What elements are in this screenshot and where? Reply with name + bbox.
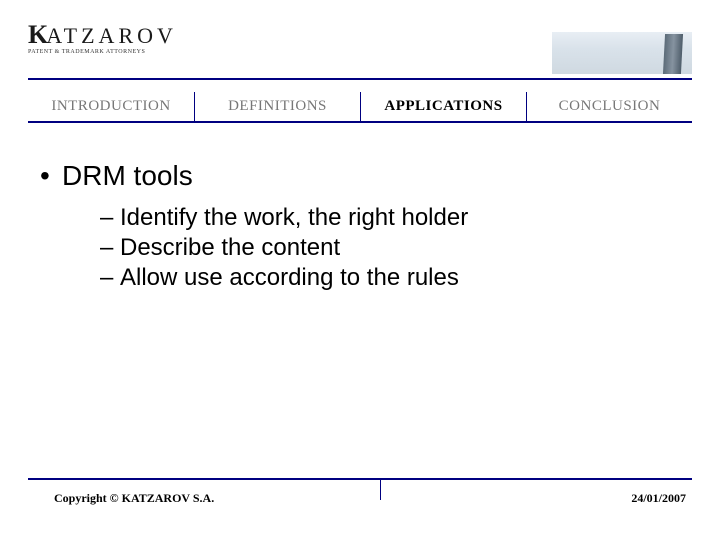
date-text: 24/01/2007 bbox=[631, 491, 686, 506]
slide: KATZAROV PATENT & TRADEMARK ATTORNEYS IN… bbox=[0, 0, 720, 540]
logo-subtitle: PATENT & TRADEMARK ATTORNEYS bbox=[28, 49, 177, 55]
header-divider bbox=[28, 78, 692, 80]
tab-definitions[interactable]: DEFINITIONS bbox=[194, 92, 360, 123]
building-icon bbox=[663, 34, 683, 74]
header-image bbox=[552, 32, 692, 74]
header: KATZAROV PATENT & TRADEMARK ATTORNEYS bbox=[28, 22, 692, 74]
content: DRM tools Identify the work, the right h… bbox=[40, 160, 680, 294]
tab-introduction[interactable]: INTRODUCTION bbox=[28, 92, 194, 123]
sub-item: Identify the work, the right holder bbox=[100, 204, 680, 232]
tab-conclusion[interactable]: CONCLUSION bbox=[526, 92, 692, 123]
logo: KATZAROV PATENT & TRADEMARK ATTORNEYS bbox=[28, 22, 177, 55]
footer: Copyright © KATZAROV S.A. 24/01/2007 bbox=[54, 491, 686, 506]
logo-text: KATZAROV bbox=[28, 22, 177, 48]
sub-item: Describe the content bbox=[100, 234, 680, 262]
sub-item: Allow use according to the rules bbox=[100, 264, 680, 292]
copyright-text: Copyright © KATZAROV S.A. bbox=[54, 491, 214, 506]
logo-rest: ATZAROV bbox=[46, 23, 177, 48]
nav-tabs: INTRODUCTION DEFINITIONS APPLICATIONS CO… bbox=[28, 92, 692, 123]
bullet-main: DRM tools bbox=[40, 160, 680, 192]
footer-divider bbox=[28, 478, 692, 480]
tab-applications[interactable]: APPLICATIONS bbox=[360, 92, 526, 123]
